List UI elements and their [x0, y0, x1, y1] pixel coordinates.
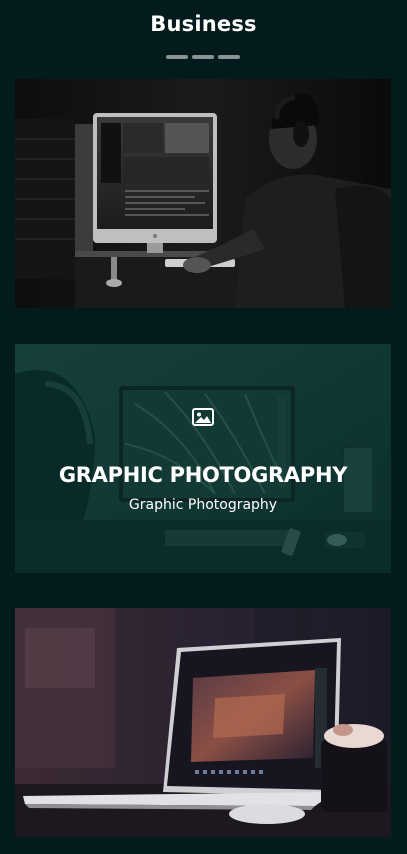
- portfolio-image-1: [15, 79, 391, 308]
- divider-dash: [166, 55, 188, 59]
- title-divider: [166, 55, 240, 59]
- portfolio-item-title[interactable]: GRAPHIC PHOTOGRAPHY: [15, 463, 391, 487]
- divider-dash: [192, 55, 214, 59]
- portfolio-item-2[interactable]: GRAPHIC PHOTOGRAPHY Graphic Photography: [15, 344, 391, 573]
- portfolio-item-1[interactable]: [15, 79, 391, 308]
- portfolio-hover-overlay: [15, 344, 391, 573]
- portfolio-image-3: [15, 608, 391, 837]
- image-icon[interactable]: [192, 408, 214, 426]
- divider-dash: [218, 55, 240, 59]
- section-title: Business: [150, 12, 257, 36]
- portfolio-item-3[interactable]: [15, 608, 391, 837]
- portfolio-item-category: Graphic Photography: [128, 497, 278, 513]
